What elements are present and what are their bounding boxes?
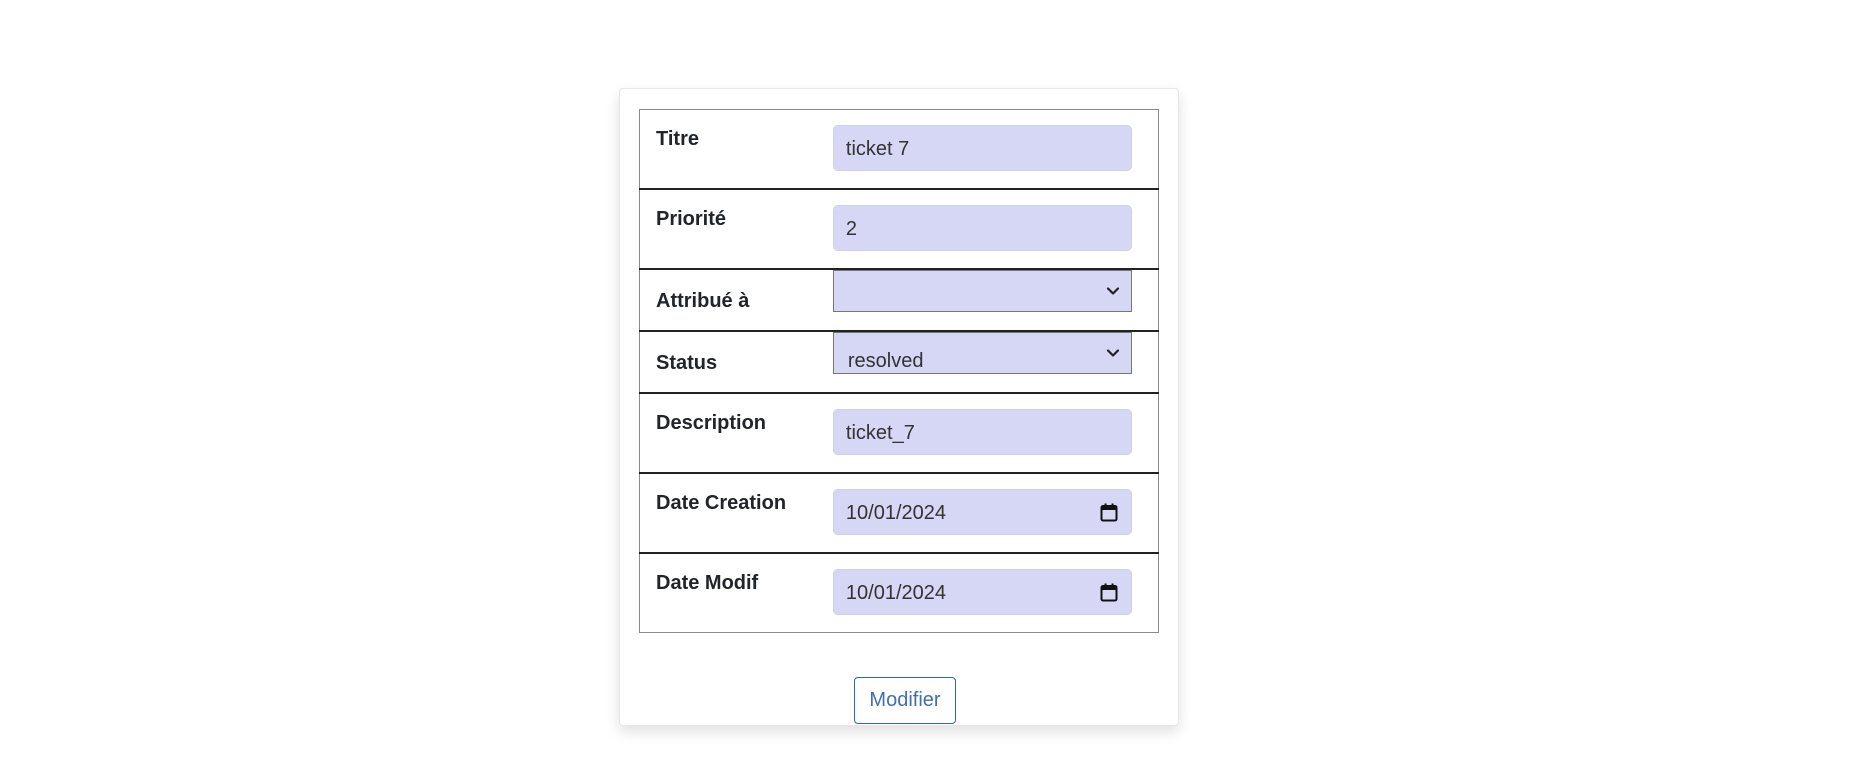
attribue-label: Attribué à — [639, 268, 833, 331]
priorite-input[interactable]: 2 — [832, 205, 1132, 251]
form-row-titre: Titre ticket 7 — [640, 110, 1159, 190]
titre-input[interactable]: ticket 7 — [832, 125, 1132, 171]
titre-label: Titre — [656, 128, 699, 150]
description-label: Description — [639, 392, 833, 473]
date-modif-label: Date Modif — [639, 552, 833, 633]
date-modif-input[interactable]: 10/01/2024 — [832, 569, 1132, 615]
ticket-form-table: Titre ticket 7 Priorité 2 Attribué à Sta… — [639, 109, 1159, 633]
date-creation-input[interactable]: 10/01/2024 — [832, 489, 1132, 535]
status-select-value: resolved — [847, 350, 924, 372]
date-creation-value: 10/01/2024 — [845, 502, 946, 524]
chevron-down-icon — [1106, 349, 1119, 357]
chevron-down-icon — [1106, 287, 1119, 295]
ticket-edit-card: Titre ticket 7 Priorité 2 Attribué à Sta… — [619, 88, 1179, 726]
calendar-icon[interactable] — [1100, 583, 1118, 602]
calendar-icon[interactable] — [1100, 503, 1118, 522]
form-row-attribue: Attribué à — [639, 268, 1159, 331]
status-select[interactable]: resolved — [832, 332, 1132, 374]
form-row-date-creation: Date Creation 10/01/2024 — [639, 472, 1159, 553]
status-label: Status — [639, 330, 833, 393]
form-row-date-modif: Date Modif 10/01/2024 — [639, 552, 1159, 633]
description-input[interactable]: ticket_7 — [832, 409, 1132, 455]
date-modif-value: 10/01/2024 — [845, 582, 946, 604]
modifier-button[interactable]: Modifier — [854, 677, 956, 724]
form-row-description: Description ticket_7 — [639, 392, 1159, 473]
attribue-select[interactable] — [832, 270, 1132, 312]
form-row-status: Status resolved — [639, 330, 1159, 393]
form-row-priorite: Priorité 2 — [639, 188, 1159, 269]
priorite-label: Priorité — [639, 188, 833, 269]
date-creation-label: Date Creation — [639, 472, 833, 553]
